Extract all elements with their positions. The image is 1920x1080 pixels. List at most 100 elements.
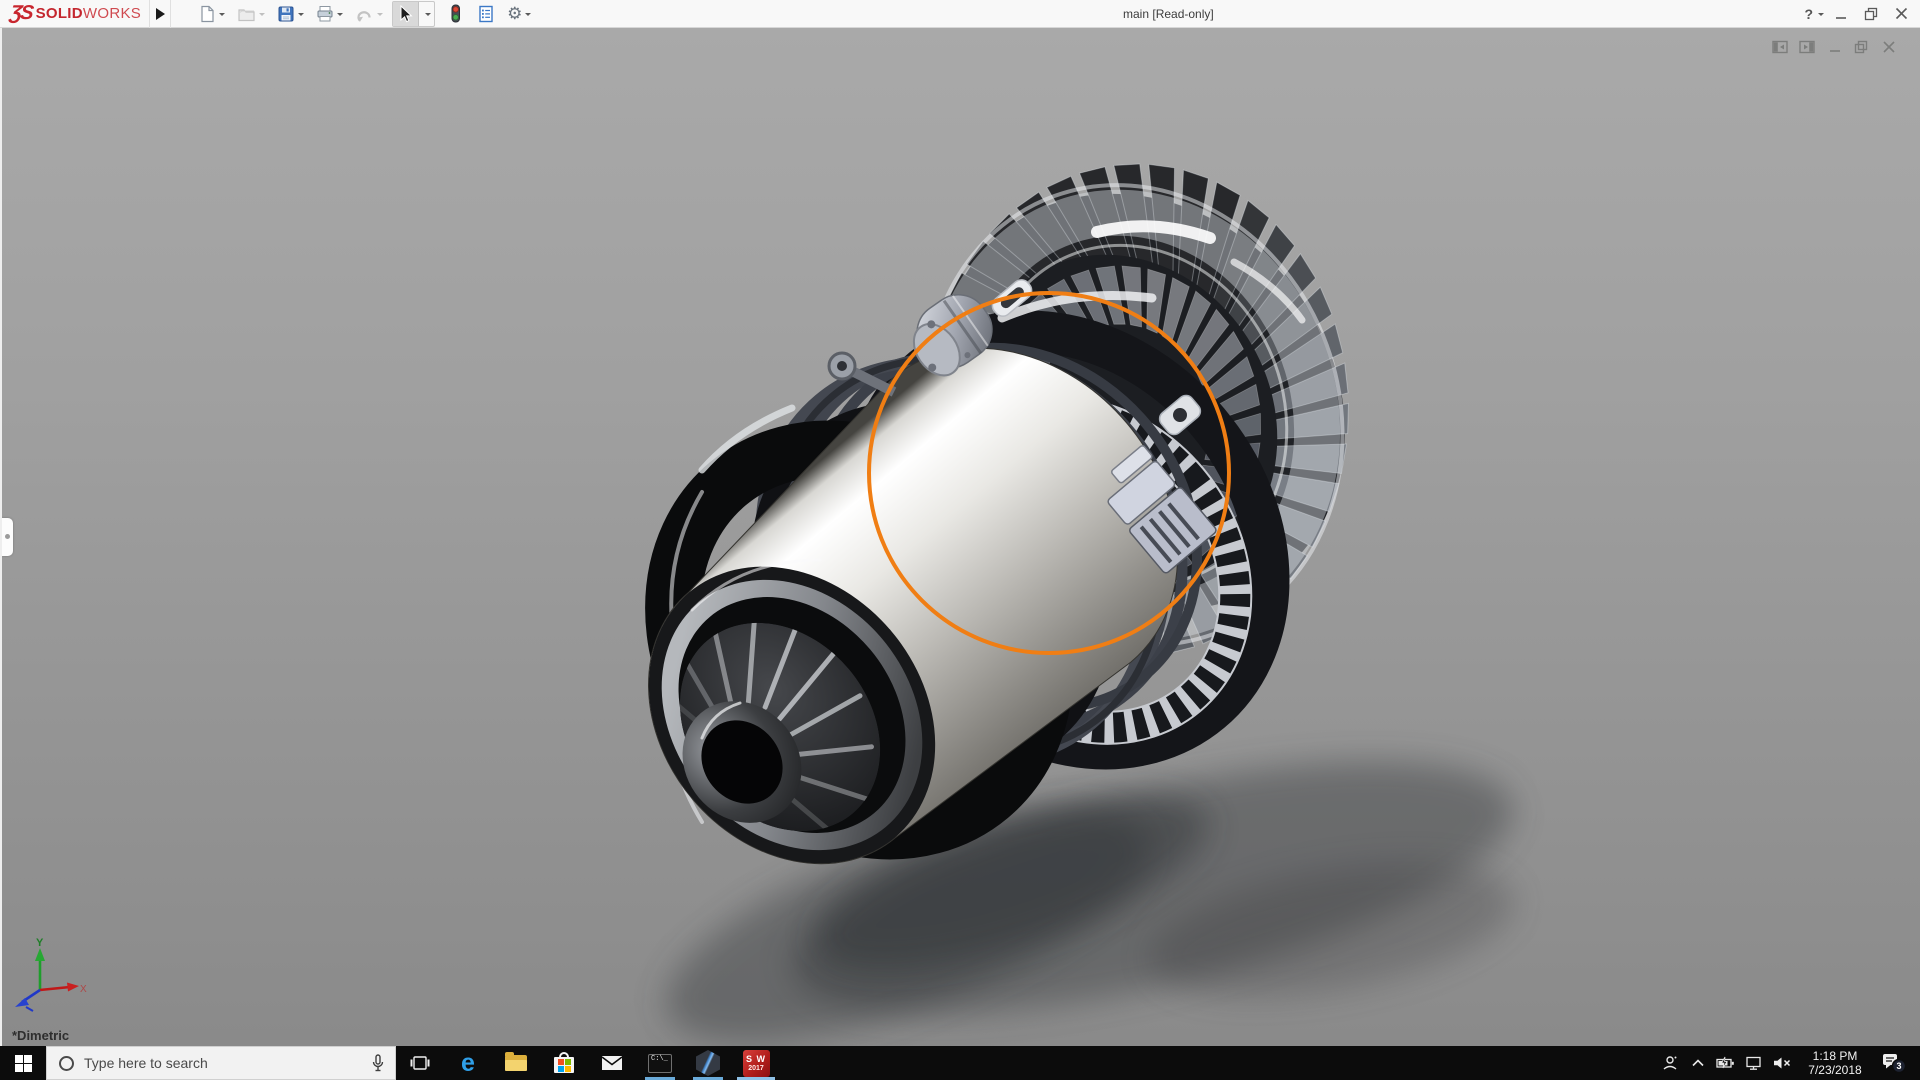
notification-badge: 3 (1896, 1061, 1901, 1071)
x-axis-arrow (67, 983, 79, 992)
search-input[interactable] (84, 1055, 361, 1071)
undo-button (352, 1, 386, 27)
taskbar-mail-button[interactable] (588, 1046, 636, 1080)
taskbar-file-explorer-button[interactable] (492, 1046, 540, 1080)
volume-muted-icon (1772, 1056, 1792, 1070)
file-explorer-icon (505, 1055, 527, 1071)
select-dropdown[interactable] (419, 2, 434, 26)
people-button[interactable] (1656, 1046, 1684, 1080)
system-tray: 1:18 PM 7/23/2018 3 (1656, 1046, 1920, 1080)
undo-dropdown-caret (377, 13, 383, 19)
print-button[interactable] (313, 1, 346, 27)
tab-dot-icon (5, 534, 10, 539)
titlebar: ƷS SOLIDWORKS (0, 0, 1920, 28)
help-dropdown-caret[interactable] (1818, 13, 1824, 19)
taskbar-app-icons: e C:\_ (396, 1046, 780, 1080)
taskbar-command-prompt-button[interactable]: C:\_ (636, 1046, 684, 1080)
doc-close-button[interactable] (1875, 39, 1902, 55)
save-button[interactable] (274, 1, 307, 27)
solidworks-window: ƷS SOLIDWORKS (0, 0, 1920, 1080)
taskbar-edge-button[interactable]: e (444, 1046, 492, 1080)
minimize-icon (1835, 7, 1848, 20)
action-center-icon: 3 (1881, 1052, 1907, 1074)
taskbar-solidworks-button[interactable]: S W 2017 (732, 1046, 780, 1080)
y-axis-arrow (35, 948, 45, 961)
window-controls: ? (1796, 2, 1920, 26)
file-properties-icon (477, 5, 495, 23)
battery-button[interactable] (1712, 1046, 1740, 1080)
restore-button[interactable] (1858, 2, 1884, 26)
jet-engine-model (2, 28, 1920, 1046)
gear-icon: ⚙ (507, 5, 522, 22)
doc-minimize-button[interactable] (1821, 39, 1848, 55)
file-properties-button[interactable] (474, 1, 498, 27)
document-window-controls (1767, 39, 1902, 55)
task-view-icon (410, 1055, 430, 1071)
microsoft-store-icon (554, 1052, 574, 1074)
windows-logo-icon (15, 1055, 32, 1072)
new-document-icon (198, 5, 216, 23)
select-cursor-icon (396, 4, 415, 24)
open-dropdown-caret (259, 13, 265, 19)
print-dropdown-caret[interactable] (337, 13, 343, 19)
save-dropdown-caret[interactable] (298, 13, 304, 19)
quick-toolbar: ⚙ (195, 1, 540, 27)
panel-collapsed-tab[interactable] (2, 518, 13, 556)
open-folder-icon (237, 5, 256, 23)
brand-solid: SOLID (36, 5, 83, 22)
undo-icon (355, 5, 374, 23)
new-document-button[interactable] (195, 1, 228, 27)
clock-time: 1:18 PM (1800, 1049, 1870, 1063)
document-title: main [Read-only] (540, 7, 1796, 21)
clock-date: 7/23/2018 (1800, 1063, 1870, 1077)
action-center-button[interactable]: 3 (1874, 1046, 1914, 1080)
taskbar-clock[interactable]: 1:18 PM 7/23/2018 (1796, 1049, 1874, 1077)
select-tool-group (392, 1, 435, 27)
network-button[interactable] (1740, 1046, 1768, 1080)
open-button[interactable] (234, 1, 268, 27)
minimize-button[interactable] (1828, 2, 1854, 26)
3ds-logo-icon: ƷS (8, 2, 33, 25)
close-button[interactable] (1888, 2, 1914, 26)
microphone-icon[interactable] (371, 1054, 385, 1072)
right-arrow-icon (156, 8, 171, 20)
task-view-button[interactable] (396, 1046, 444, 1080)
restore-icon (1864, 7, 1878, 21)
viewport-3d[interactable]: Y X *Dimetric (0, 28, 1920, 1046)
menu-flyout-arrow[interactable] (149, 0, 171, 28)
tray-expand-button[interactable] (1684, 1046, 1712, 1080)
show-panel-left-button[interactable] (1767, 39, 1794, 55)
people-icon (1661, 1054, 1679, 1072)
brand-works: WORKS (83, 5, 141, 22)
solidworks-2017-icon: S W 2017 (743, 1050, 770, 1077)
view-orientation-label: *Dimetric (12, 1028, 69, 1043)
x-axis-label: X (80, 984, 87, 995)
rebuild-button[interactable] (443, 1, 468, 27)
doc-restore-button[interactable] (1848, 39, 1875, 55)
orientation-triad: Y X (6, 934, 92, 1020)
hexagon-app-icon (696, 1050, 720, 1076)
options-dropdown-caret[interactable] (525, 13, 531, 19)
volume-button[interactable] (1768, 1046, 1796, 1080)
y-axis-label: Y (36, 937, 44, 949)
help-button[interactable]: ? (1796, 6, 1815, 22)
show-panel-right-button[interactable] (1794, 39, 1821, 55)
select-dropdown-caret (425, 13, 431, 19)
solidworks-logo: ƷS SOLIDWORKS (0, 0, 149, 27)
start-button[interactable] (0, 1046, 46, 1080)
options-button[interactable]: ⚙ (504, 1, 534, 27)
print-icon (316, 5, 334, 23)
chevron-up-icon (1690, 1057, 1706, 1069)
cortana-icon (59, 1056, 74, 1071)
battery-charging-icon (1716, 1056, 1736, 1070)
select-button[interactable] (393, 2, 419, 26)
command-prompt-icon: C:\_ (648, 1054, 672, 1073)
taskbar-composer-button[interactable] (684, 1046, 732, 1080)
edge-icon: e (461, 1051, 475, 1076)
close-icon (1895, 7, 1908, 20)
taskbar-search[interactable] (46, 1046, 396, 1080)
windows-taskbar: e C:\_ (0, 1046, 1920, 1080)
mail-icon (601, 1055, 623, 1071)
taskbar-store-button[interactable] (540, 1046, 588, 1080)
new-dropdown-caret[interactable] (219, 13, 225, 19)
